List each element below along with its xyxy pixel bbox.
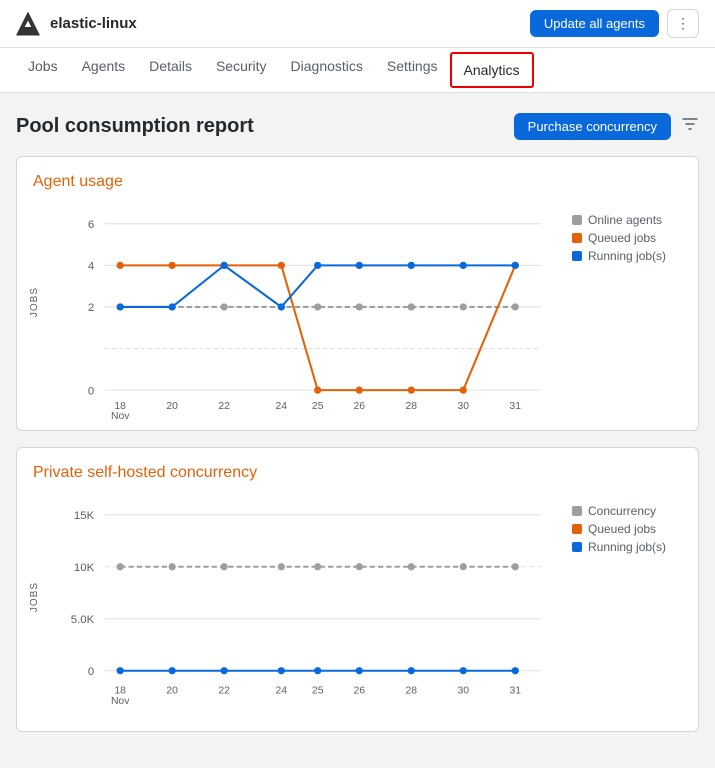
running-jobs-dot-2 <box>572 542 582 552</box>
svg-text:24: 24 <box>276 401 288 412</box>
legend-concurrency: Concurrency <box>572 504 682 518</box>
svg-text:15K: 15K <box>74 510 95 522</box>
agent-usage-chart-wrapper: JOBS 6 4 2 0 18 Nov 20 <box>33 203 562 414</box>
svg-text:26: 26 <box>354 686 366 697</box>
svg-text:24: 24 <box>276 686 288 697</box>
concurrency-chart-area: JOBS 15K 10K 5.0K 0 18 Nov 20 22 <box>33 494 682 715</box>
page-title: Pool consumption report <box>16 115 254 138</box>
svg-text:2: 2 <box>88 302 94 314</box>
purchase-concurrency-button[interactable]: Purchase concurrency <box>514 113 671 140</box>
concurrency-label: Concurrency <box>588 504 656 518</box>
svg-text:Nov: Nov <box>111 411 130 422</box>
legend-running-jobs: Running job(s) <box>572 249 682 263</box>
svg-text:30: 30 <box>457 686 469 697</box>
svg-text:22: 22 <box>218 686 230 697</box>
tab-diagnostics[interactable]: Diagnostics <box>279 48 375 93</box>
top-bar: ▲ elastic-linux Update all agents ⋮ <box>0 0 715 48</box>
svg-text:4: 4 <box>88 261 95 273</box>
tab-agents[interactable]: Agents <box>70 48 138 93</box>
svg-text:10K: 10K <box>74 562 95 574</box>
legend-queued-jobs: Queued jobs <box>572 231 682 245</box>
svg-text:0: 0 <box>88 666 94 678</box>
legend-online-agents: Online agents <box>572 213 682 227</box>
running-jobs-label-2: Running job(s) <box>588 540 666 554</box>
queued-jobs-dot <box>572 233 582 243</box>
svg-text:25: 25 <box>312 686 324 697</box>
queued-jobs-label-2: Queued jobs <box>588 522 656 536</box>
filter-icon[interactable] <box>681 115 699 138</box>
update-agents-button[interactable]: Update all agents <box>530 10 659 37</box>
main-content: Pool consumption report Purchase concurr… <box>0 93 715 768</box>
legend-queued-jobs-2: Queued jobs <box>572 522 682 536</box>
agent-usage-title: Agent usage <box>33 173 682 191</box>
concurrency-y-label: JOBS <box>29 582 40 612</box>
svg-text:Nov: Nov <box>111 696 130 707</box>
svg-text:20: 20 <box>166 401 178 412</box>
svg-text:18: 18 <box>114 686 126 697</box>
queued-jobs-dot-2 <box>572 524 582 534</box>
svg-text:22: 22 <box>218 401 230 412</box>
svg-text:5.0K: 5.0K <box>71 614 95 626</box>
page-header: Pool consumption report Purchase concurr… <box>16 113 699 140</box>
svg-text:18: 18 <box>114 401 126 412</box>
agent-usage-y-label: JOBS <box>29 287 40 317</box>
top-bar-actions: Update all agents ⋮ <box>530 9 699 38</box>
online-agents-label: Online agents <box>588 213 662 227</box>
tab-details[interactable]: Details <box>137 48 204 93</box>
org-name: elastic-linux <box>50 15 137 32</box>
nav-tabs: Jobs Agents Details Security Diagnostics… <box>0 48 715 93</box>
svg-text:25: 25 <box>312 401 324 412</box>
online-agents-dot <box>572 215 582 225</box>
svg-text:0: 0 <box>88 385 94 397</box>
svg-text:31: 31 <box>509 401 521 412</box>
tab-settings[interactable]: Settings <box>375 48 450 93</box>
header-actions: Purchase concurrency <box>514 113 699 140</box>
queued-jobs-label: Queued jobs <box>588 231 656 245</box>
svg-text:30: 30 <box>457 401 469 412</box>
agent-usage-chart-area: JOBS 6 4 2 0 18 Nov 20 <box>33 203 682 414</box>
tab-analytics[interactable]: Analytics <box>450 52 534 88</box>
svg-text:28: 28 <box>405 686 417 697</box>
concurrency-card: Private self-hosted concurrency JOBS 15K… <box>16 447 699 732</box>
svg-text:26: 26 <box>354 401 366 412</box>
svg-text:6: 6 <box>88 219 94 231</box>
agent-usage-svg: 6 4 2 0 18 Nov 20 22 24 25 26 28 30 31 <box>63 203 562 411</box>
concurrency-title: Private self-hosted concurrency <box>33 464 682 482</box>
concurrency-legend: Concurrency Queued jobs Running job(s) <box>572 494 682 715</box>
tab-jobs[interactable]: Jobs <box>16 48 70 93</box>
more-options-button[interactable]: ⋮ <box>667 9 699 38</box>
svg-text:31: 31 <box>509 686 521 697</box>
concurrency-dot <box>572 506 582 516</box>
tab-security[interactable]: Security <box>204 48 279 93</box>
running-jobs-label: Running job(s) <box>588 249 666 263</box>
running-jobs-dot <box>572 251 582 261</box>
concurrency-svg: 15K 10K 5.0K 0 18 Nov 20 22 24 25 26 28 … <box>63 494 562 712</box>
svg-text:28: 28 <box>405 401 417 412</box>
agent-usage-card: Agent usage JOBS 6 4 2 0 18 <box>16 156 699 431</box>
concurrency-chart-wrapper: JOBS 15K 10K 5.0K 0 18 Nov 20 22 <box>33 494 562 715</box>
logo-icon: ▲ <box>16 12 40 36</box>
svg-text:20: 20 <box>166 686 178 697</box>
logo-area: ▲ elastic-linux <box>16 12 530 36</box>
agent-usage-legend: Online agents Queued jobs Running job(s) <box>572 203 682 414</box>
legend-running-jobs-2: Running job(s) <box>572 540 682 554</box>
